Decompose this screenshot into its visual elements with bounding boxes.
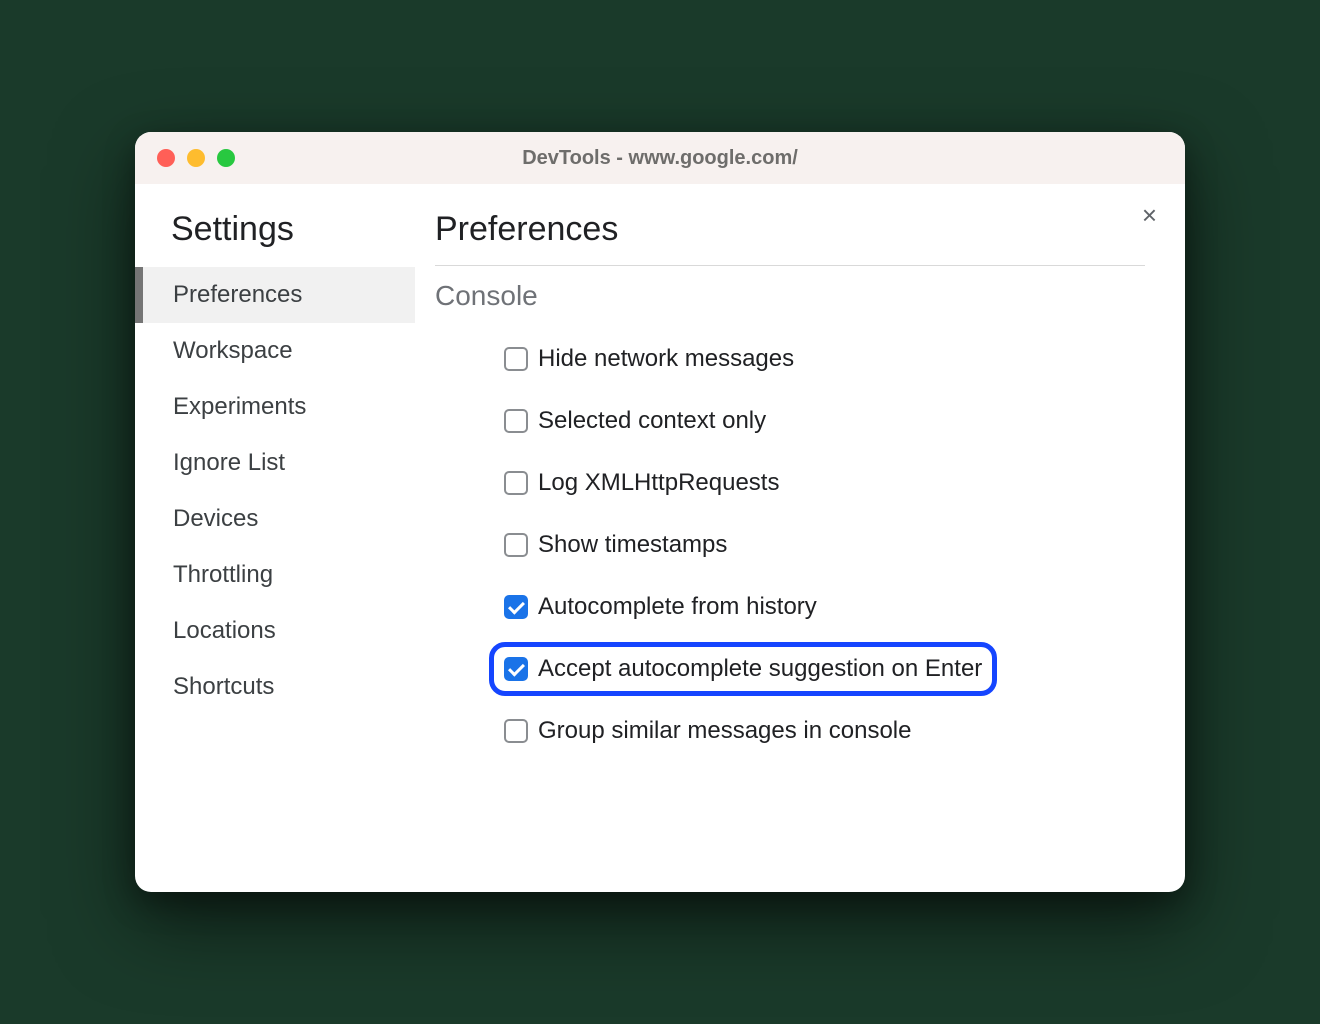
sidebar-item-devices[interactable]: Devices (135, 491, 415, 547)
sidebar-item-label: Preferences (173, 281, 302, 308)
option-label: Autocomplete from history (538, 593, 817, 621)
checkbox[interactable] (504, 533, 528, 557)
window-minimize-button[interactable] (187, 149, 205, 167)
option-accept-autocomplete-suggestion-on-enter[interactable]: Accept autocomplete suggestion on Enter (489, 642, 997, 696)
option-label: Log XMLHttpRequests (538, 469, 779, 497)
option-label: Hide network messages (538, 345, 794, 373)
close-settings-button[interactable]: × (1142, 202, 1157, 228)
window-close-button[interactable] (157, 149, 175, 167)
sidebar-item-preferences[interactable]: Preferences (135, 267, 415, 323)
sidebar-item-ignore-list[interactable]: Ignore List (135, 435, 415, 491)
option-group-similar-messages-in-console[interactable]: Group similar messages in console (489, 704, 927, 758)
sidebar-item-throttling[interactable]: Throttling (135, 547, 415, 603)
sidebar-item-label: Locations (173, 617, 276, 644)
sidebar-item-label: Experiments (173, 393, 306, 420)
traffic-lights (157, 149, 235, 167)
main-panel: Preferences Console Hide network message… (415, 184, 1185, 892)
sidebar: Settings Preferences Workspace Experiments… (135, 184, 415, 892)
checkbox[interactable] (504, 657, 528, 681)
sidebar-item-label: Workspace (173, 337, 293, 364)
titlebar: DevTools - www.google.com/ (135, 132, 1185, 184)
option-show-timestamps[interactable]: Show timestamps (489, 518, 742, 572)
option-log-xmlhttprequests[interactable]: Log XMLHttpRequests (489, 456, 794, 510)
option-selected-context-only[interactable]: Selected context only (489, 394, 781, 448)
sidebar-title: Settings (135, 210, 415, 267)
option-label: Group similar messages in console (538, 717, 912, 745)
page-title: Preferences (435, 210, 1145, 266)
option-label: Selected context only (538, 407, 766, 435)
options-list: Hide network messages Selected context on… (435, 332, 1145, 758)
sidebar-item-experiments[interactable]: Experiments (135, 379, 415, 435)
checkbox[interactable] (504, 347, 528, 371)
option-label: Accept autocomplete suggestion on Enter (538, 655, 982, 683)
window-title: DevTools - www.google.com/ (135, 147, 1185, 170)
option-autocomplete-from-history[interactable]: Autocomplete from history (489, 580, 832, 634)
checkbox[interactable] (504, 719, 528, 743)
option-hide-network-messages[interactable]: Hide network messages (489, 332, 809, 386)
sidebar-item-label: Ignore List (173, 449, 285, 476)
checkbox[interactable] (504, 471, 528, 495)
sidebar-item-locations[interactable]: Locations (135, 603, 415, 659)
sidebar-items: Preferences Workspace Experiments Ignore Li… (135, 267, 415, 715)
sidebar-item-workspace[interactable]: Workspace (135, 323, 415, 379)
sidebar-item-label: Shortcuts (173, 673, 274, 700)
window-maximize-button[interactable] (217, 149, 235, 167)
checkbox[interactable] (504, 409, 528, 433)
option-label: Show timestamps (538, 531, 727, 559)
checkbox[interactable] (504, 595, 528, 619)
sidebar-item-label: Devices (173, 505, 258, 532)
section-title: Console (435, 280, 1145, 312)
devtools-settings-window: DevTools - www.google.com/ × Settings Pr… (135, 132, 1185, 892)
sidebar-item-label: Throttling (173, 561, 273, 588)
content-area: × Settings Preferences Workspace Experimen… (135, 184, 1185, 892)
sidebar-item-shortcuts[interactable]: Shortcuts (135, 659, 415, 715)
